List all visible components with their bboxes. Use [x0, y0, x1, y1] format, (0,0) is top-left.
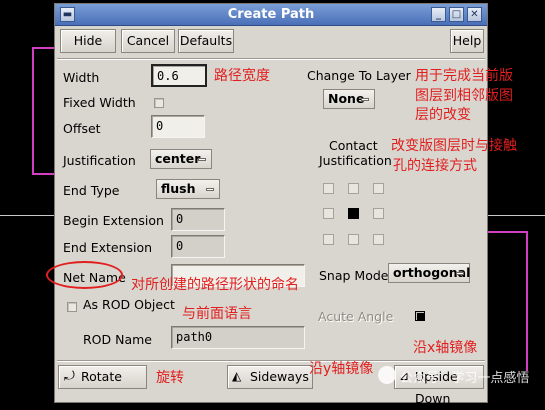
layout-line	[488, 215, 545, 216]
change-to-layer-value: None	[328, 91, 365, 106]
rotate-label: Rotate	[81, 369, 122, 384]
offset-field[interactable]: 0	[151, 115, 205, 138]
separator	[57, 58, 485, 60]
desktop-canvas: { "window": {"title": "Create Path", "me…	[0, 0, 545, 406]
layout-line	[32, 47, 34, 175]
hide-button[interactable]: Hide	[60, 29, 116, 53]
snap-mode-label: Snap Mode	[319, 268, 389, 283]
width-annotation: 路径宽度	[214, 68, 270, 84]
justification-value: center	[155, 151, 201, 166]
width-field[interactable]: 0.6	[151, 64, 207, 87]
watermark-text: 公众号 · 学习一点感悟	[400, 371, 530, 386]
contact-grid-cell[interactable]	[323, 208, 334, 219]
mirror-y-icon: ◭	[232, 369, 242, 383]
sideways-button[interactable]: ◭ Sideways	[227, 365, 313, 389]
chevron-down-icon	[206, 188, 214, 191]
defaults-button[interactable]: Defaults	[178, 29, 234, 53]
rod-annotation: 与前面语言	[182, 306, 252, 322]
watermark-logo	[378, 366, 396, 384]
begin-extension-field[interactable]: 0	[171, 208, 225, 231]
as-rod-object-checkbox[interactable]	[67, 302, 77, 312]
as-rod-object-label: As ROD Object	[83, 297, 175, 312]
net-name-highlight-circle	[46, 261, 123, 289]
create-path-dialog: ▬ Create Path _ □ ✕ Hide Cancel Defaults…	[46, 3, 517, 406]
contact-annotation-line-2: 孔的连接方式	[393, 158, 477, 174]
contact-grid-cell[interactable]	[373, 234, 384, 245]
contact-annotation-line-1: 改变版图层时与接触	[391, 138, 517, 154]
contact-grid-cell[interactable]	[323, 183, 334, 194]
cancel-button[interactable]: Cancel	[121, 29, 175, 53]
end-type-value: flush	[161, 181, 196, 196]
layout-line	[32, 47, 54, 49]
rotate-icon: ⤾	[64, 369, 75, 384]
layout-line	[32, 173, 54, 175]
justification-select[interactable]: center	[150, 149, 212, 169]
rod-name-field[interactable]: path0	[171, 326, 305, 349]
end-extension-field[interactable]: 0	[171, 235, 225, 258]
layout-line	[526, 231, 528, 371]
maximize-icon[interactable]: □	[449, 7, 464, 22]
contact-justification-label-2: Justification	[319, 153, 392, 168]
close-icon[interactable]: ✕	[467, 7, 482, 22]
layout-line	[488, 231, 528, 233]
width-label: Width	[63, 70, 100, 85]
chevron-down-icon	[456, 272, 464, 275]
chevron-down-icon	[361, 98, 369, 101]
net-name-annotation: 对所创建的路径形状的命名	[131, 277, 299, 293]
change-to-layer-select[interactable]: None	[323, 89, 375, 109]
change-layer-annotation-line-1: 用于完成当前版	[415, 68, 513, 84]
chevron-down-icon	[198, 158, 206, 161]
end-extension-label: End Extension	[63, 240, 153, 255]
begin-extension-label: Begin Extension	[63, 213, 164, 228]
contact-grid-cell[interactable]	[323, 234, 334, 245]
offset-label: Offset	[63, 121, 101, 136]
sideways-label: Sideways	[250, 369, 309, 384]
window-title: Create Path	[227, 7, 315, 22]
end-type-label: End Type	[63, 183, 120, 198]
change-layer-annotation-line-3: 层的改变	[415, 107, 471, 123]
contact-grid-cell-selected[interactable]	[348, 208, 359, 219]
upside-down-annotation: 沿x轴镜像	[413, 340, 478, 356]
change-to-layer-label: Change To Layer	[307, 68, 411, 83]
contact-grid-cell[interactable]	[373, 208, 384, 219]
help-button[interactable]: Help	[450, 29, 484, 53]
justification-label: Justification	[63, 153, 136, 168]
contact-grid-cell[interactable]	[348, 234, 359, 245]
end-type-select[interactable]: flush	[156, 179, 220, 199]
rotate-annotation: 旋转	[156, 370, 184, 386]
minimize-icon[interactable]: _	[431, 7, 446, 22]
contact-justification-label: Contact	[329, 138, 378, 153]
title-bar[interactable]: ▬ Create Path _ □ ✕	[55, 4, 487, 26]
acute-angle-label: Acute Angle	[318, 309, 394, 324]
snap-mode-select[interactable]: orthogonal	[388, 263, 470, 283]
fixed-width-label: Fixed Width	[63, 95, 136, 110]
change-layer-annotation-line-2: 图层到相邻版图	[415, 88, 513, 104]
acute-angle-checkbox[interactable]	[415, 311, 425, 321]
fixed-width-checkbox[interactable]	[154, 98, 164, 108]
sideways-annotation: 沿y轴镜像	[309, 361, 374, 377]
layout-line	[0, 215, 54, 216]
rod-name-label: ROD Name	[83, 332, 153, 347]
separator	[57, 360, 485, 362]
rotate-button[interactable]: ⤾ Rotate	[58, 365, 147, 389]
contact-grid-cell[interactable]	[348, 183, 359, 194]
contact-grid-cell[interactable]	[373, 183, 384, 194]
